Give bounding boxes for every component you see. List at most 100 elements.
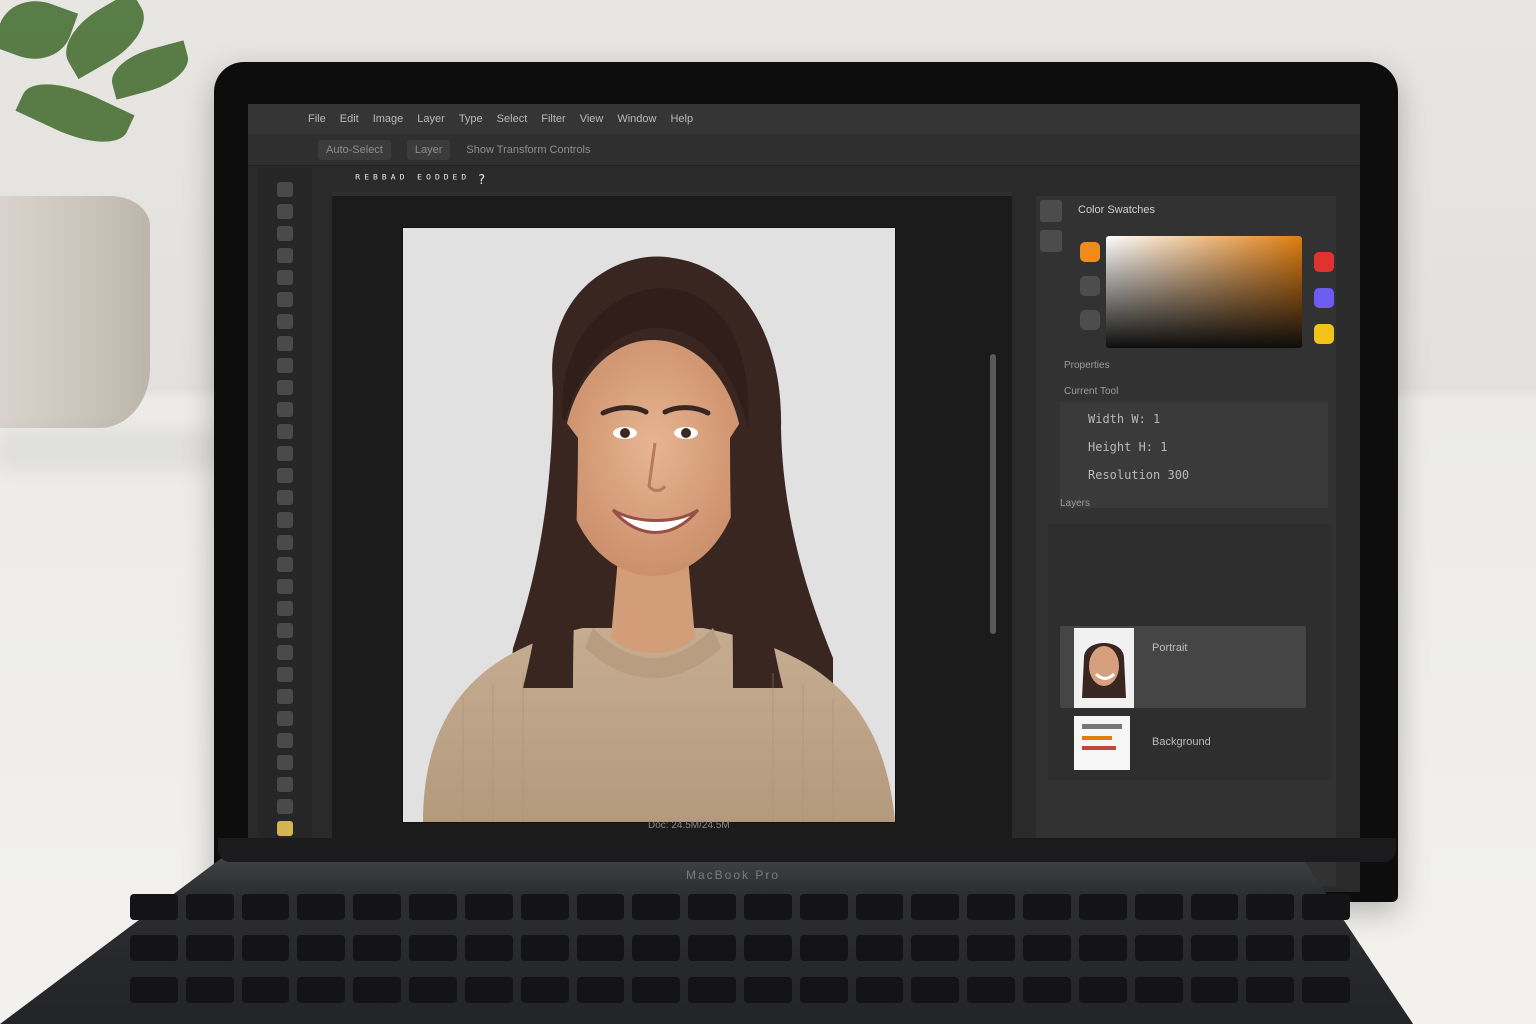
move-tool-icon[interactable] bbox=[277, 182, 293, 198]
keyboard-key bbox=[632, 935, 681, 962]
edit-toolbar-icon[interactable] bbox=[277, 622, 293, 638]
menu-item-file[interactable]: File bbox=[308, 113, 326, 125]
zoom-tool-icon[interactable] bbox=[277, 600, 293, 616]
scene: File Edit Image Layer Type Select Filter View Wi… bbox=[0, 0, 1536, 1024]
history-panel-icon[interactable] bbox=[1040, 200, 1062, 222]
keyboard-key bbox=[409, 935, 457, 962]
laptop-hinge bbox=[218, 838, 1396, 862]
path-select-tool-icon[interactable] bbox=[277, 534, 293, 550]
blur-tool-icon[interactable] bbox=[277, 446, 293, 462]
crop-tool-icon[interactable] bbox=[277, 270, 293, 286]
pen-tool-icon[interactable] bbox=[277, 490, 293, 506]
keyboard-key bbox=[632, 976, 681, 1003]
eyedropper-icon[interactable] bbox=[1080, 276, 1100, 296]
red-swatch[interactable] bbox=[1314, 252, 1334, 272]
artboard-tool-icon[interactable] bbox=[277, 732, 293, 748]
frame-tool-icon[interactable] bbox=[277, 710, 293, 726]
adjustments-panel-icon[interactable] bbox=[1040, 230, 1062, 252]
keyboard-key bbox=[632, 894, 681, 920]
option-layer[interactable]: Layer bbox=[406, 139, 451, 160]
type-tool-icon[interactable] bbox=[277, 512, 293, 528]
shape-tool-icon[interactable] bbox=[277, 556, 293, 572]
color-picker-field[interactable] bbox=[1106, 236, 1302, 348]
keyboard-key bbox=[911, 976, 960, 1003]
menu-bar: File Edit Image Layer Type Select Filter View Wi… bbox=[248, 104, 1360, 134]
keyboard-key bbox=[464, 935, 513, 962]
purple-swatch[interactable] bbox=[1314, 288, 1334, 308]
tools-panel bbox=[258, 168, 312, 858]
option-transform-controls[interactable]: Show Transform Controls bbox=[466, 144, 590, 156]
eraser-tool-icon[interactable] bbox=[277, 402, 293, 418]
keyboard bbox=[40, 880, 1440, 1024]
menu-item-select[interactable]: Select bbox=[497, 113, 528, 125]
keyboard-key bbox=[130, 935, 178, 962]
keyboard-key bbox=[688, 935, 736, 962]
brush-tool-icon[interactable] bbox=[277, 336, 293, 352]
keyboard-key bbox=[1134, 935, 1183, 962]
keyboard-key bbox=[241, 935, 290, 962]
menu-item-filter[interactable]: Filter bbox=[541, 113, 565, 125]
properties-sublabel: Current Tool bbox=[1064, 386, 1119, 397]
menu-item-window[interactable]: Window bbox=[617, 113, 656, 125]
property-height[interactable]: Height H: 1 bbox=[1088, 440, 1167, 454]
menu-item-view[interactable]: View bbox=[580, 113, 604, 125]
menu-item-image[interactable]: Image bbox=[373, 113, 404, 125]
menu-item-help[interactable]: Help bbox=[670, 113, 693, 125]
healing-brush-tool-icon[interactable] bbox=[277, 314, 293, 330]
keyboard-key bbox=[1246, 894, 1295, 920]
keyboard-key bbox=[1078, 935, 1127, 962]
menu-item-type[interactable]: Type bbox=[459, 113, 483, 125]
keyboard-key bbox=[743, 935, 792, 962]
marquee-tool-icon[interactable] bbox=[277, 204, 293, 220]
keyboard-key bbox=[855, 976, 904, 1003]
dodge-tool-icon[interactable] bbox=[277, 468, 293, 484]
eyedropper-tool-icon[interactable] bbox=[277, 292, 293, 308]
keyboard-key bbox=[185, 976, 234, 1003]
gradient-tool-icon[interactable] bbox=[277, 424, 293, 440]
hand-tool-icon[interactable] bbox=[277, 578, 293, 594]
keyboard-key bbox=[855, 894, 904, 920]
clone-stamp-tool-icon[interactable] bbox=[277, 358, 293, 374]
screen-mode-icon[interactable] bbox=[277, 666, 293, 682]
properties-label: Properties bbox=[1064, 360, 1110, 371]
quick-mask-icon[interactable] bbox=[277, 688, 293, 704]
keyboard-key bbox=[967, 935, 1016, 962]
yellow-swatch[interactable] bbox=[1314, 324, 1334, 344]
keyboard-key bbox=[1134, 894, 1183, 920]
portrait-thumb-illustration bbox=[1074, 628, 1134, 708]
keyboard-key bbox=[1078, 976, 1127, 1003]
layers-label: Layers bbox=[1060, 498, 1091, 509]
keyboard-key bbox=[241, 894, 290, 920]
history-brush-tool-icon[interactable] bbox=[277, 380, 293, 396]
keyboard-key bbox=[353, 976, 402, 1003]
pot-shadow bbox=[0, 430, 220, 470]
foreground-color-swatch[interactable] bbox=[277, 820, 293, 836]
keyboard-key bbox=[1134, 976, 1183, 1003]
keyboard-key bbox=[297, 976, 346, 1003]
slice-tool-icon[interactable] bbox=[277, 754, 293, 770]
property-resolution[interactable]: Resolution 300 bbox=[1088, 468, 1189, 482]
option-auto-select[interactable]: Auto-Select bbox=[318, 139, 391, 160]
lasso-tool-icon[interactable] bbox=[277, 226, 293, 242]
keyboard-key bbox=[799, 976, 848, 1003]
extras-tool-icon[interactable] bbox=[277, 644, 293, 660]
layer-thumbnail-background bbox=[1074, 716, 1130, 770]
keyboard-key bbox=[297, 894, 346, 920]
portrait-photo[interactable] bbox=[403, 228, 895, 822]
keyboard-key bbox=[464, 976, 513, 1003]
note-tool-icon[interactable] bbox=[277, 798, 293, 814]
document-tab[interactable]: ᴿᴱᴮᴮᴬᴰ ᴱᴼᴰᴰᴱᴰ ? bbox=[340, 168, 500, 192]
canvas-scrollbar[interactable] bbox=[990, 354, 996, 634]
keyboard-key bbox=[743, 976, 792, 1003]
background-thumb-illustration bbox=[1074, 716, 1130, 770]
ruler-tool-icon[interactable] bbox=[277, 776, 293, 792]
keyboard-key bbox=[241, 976, 290, 1003]
quick-select-tool-icon[interactable] bbox=[277, 248, 293, 264]
keyboard-key bbox=[911, 935, 960, 962]
square-swatch-icon[interactable] bbox=[1080, 310, 1100, 330]
property-width[interactable]: Width W: 1 bbox=[1088, 412, 1160, 426]
keyboard-key bbox=[1023, 976, 1071, 1003]
menu-item-layer[interactable]: Layer bbox=[417, 113, 445, 125]
orange-swatch[interactable] bbox=[1080, 242, 1100, 262]
menu-item-edit[interactable]: Edit bbox=[340, 113, 359, 125]
